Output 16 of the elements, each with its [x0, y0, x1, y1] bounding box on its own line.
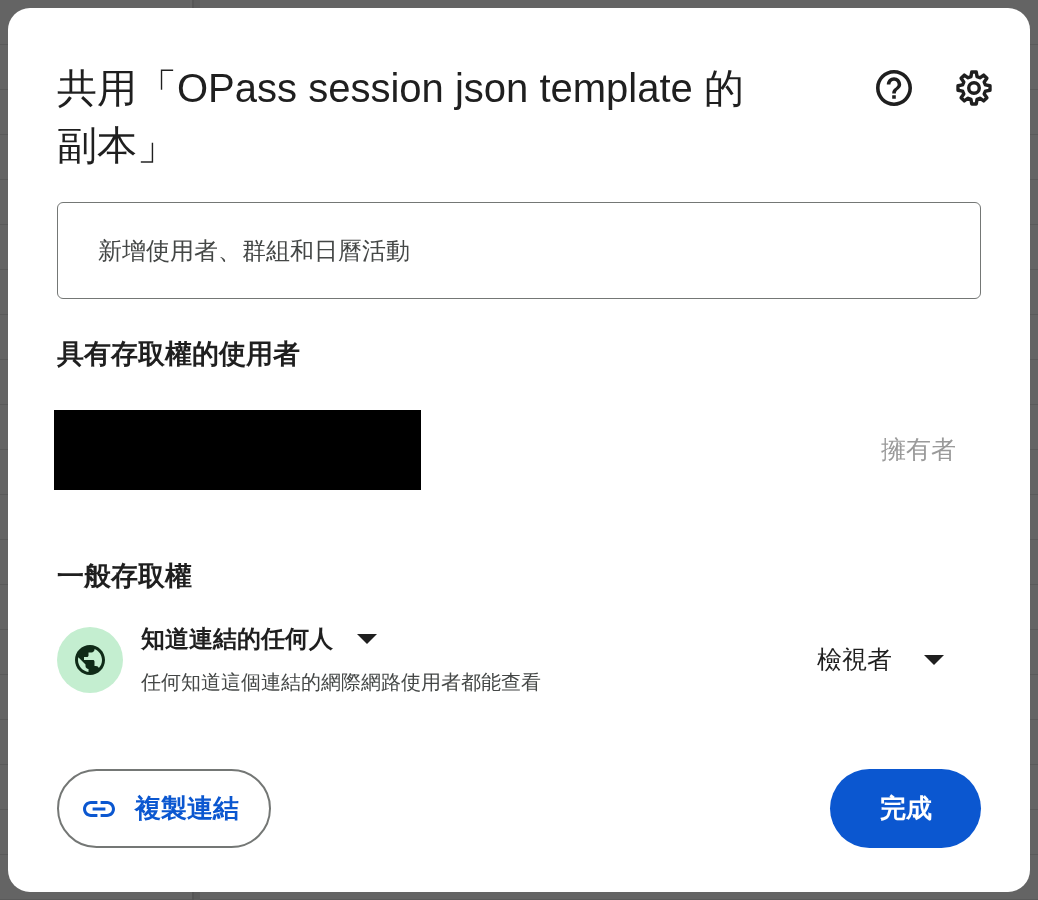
add-people-field[interactable]: 新增使用者、群組和日曆活動	[57, 202, 981, 299]
access-description: 任何知道這個連結的網際網路使用者都能查看	[141, 670, 541, 695]
caret-icon	[924, 655, 944, 665]
link-icon	[83, 800, 115, 817]
caret-icon	[357, 634, 377, 644]
done-button[interactable]: 完成	[830, 769, 981, 848]
audience-dropdown[interactable]: 知道連結的任何人	[141, 624, 377, 654]
help-icon[interactable]	[876, 70, 912, 106]
dialog-title: 共用「OPass session json template 的副本」	[57, 65, 745, 169]
copy-link-button[interactable]: 複製連結	[57, 769, 271, 848]
globe-icon	[57, 627, 123, 693]
section-heading: 具有存取權的使用者	[57, 338, 300, 371]
role-dropdown[interactable]: 檢視者	[817, 641, 944, 679]
role-label: 擁有者	[881, 434, 956, 466]
settings-icon[interactable]	[956, 70, 992, 106]
section-heading: 一般存取權	[57, 560, 192, 593]
